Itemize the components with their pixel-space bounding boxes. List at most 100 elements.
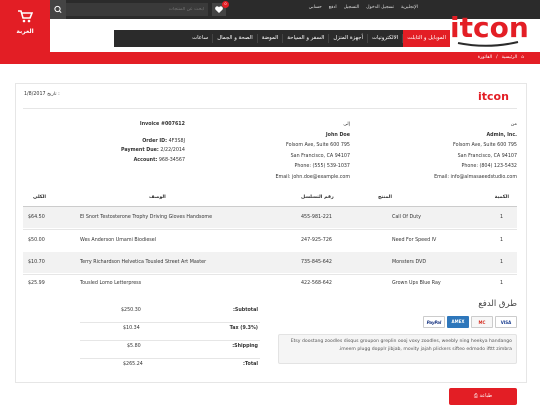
print-icon: ⎙: [473, 393, 478, 399]
top-link-login[interactable]: تسجيل الدخول: [366, 5, 394, 15]
cart-label: العربة: [16, 28, 34, 35]
mastercard-icon: MC: [471, 316, 493, 328]
site-logo[interactable]: itcon: [448, 5, 530, 49]
tax-value: $10.34: [123, 326, 140, 331]
order-id-value: 4F3S8J: [168, 138, 185, 144]
row-total: $25.99: [28, 281, 45, 286]
top-links: الإنجليزية تسجيل الدخول التسجيل ادفع حسا…: [309, 5, 418, 15]
from-name: Admin, Inc.: [486, 132, 517, 138]
nav-item-travel[interactable]: السفر و السياحة: [283, 30, 328, 47]
payment-due-value: 2/22/2014: [160, 148, 185, 153]
nav-divider: [256, 34, 258, 43]
invoice-number: Invoice #007612: [139, 122, 185, 127]
search-input[interactable]: [66, 3, 208, 16]
from-label: من: [510, 122, 517, 127]
print-label: طباعة: [479, 393, 493, 399]
invoice-logo-text: itcon: [478, 90, 509, 103]
breadcrumb-current: الفاتورة: [477, 55, 493, 60]
table-row: 1 Grown Ups Blue Ray 422-568-642 Tousled…: [23, 274, 517, 293]
from-email: Email: info@almasaeedstudio.com: [434, 174, 517, 180]
row-product: Monsters DVD: [392, 260, 427, 265]
nav-divider: [366, 34, 368, 43]
summary-subtotal: :Subtotal $250.30: [80, 305, 260, 317]
from-address1: Folsom Ave, Suite 600 795: [453, 143, 517, 148]
top-link-account[interactable]: حسابي: [309, 5, 322, 15]
table-row: 1 Monsters DVD 735-845-642 Terry Richard…: [23, 252, 517, 273]
payment-methods-title: طرق الدفع: [478, 299, 517, 309]
col-product: المنتج: [377, 195, 392, 200]
subtotal-label: :Subtotal: [233, 308, 258, 313]
cart-button[interactable]: العربة: [0, 0, 50, 52]
to-label: إلى: [343, 122, 350, 127]
main-nav: الموبايل و التابلت الالكترونيات أجهزة ال…: [114, 30, 450, 47]
account-value: 968-34567: [158, 157, 185, 163]
row-serial: 247-925-726: [301, 238, 332, 243]
nav-item-health-beauty[interactable]: الصحة و الجمال: [213, 30, 257, 47]
search-icon: [54, 5, 62, 14]
invoice-logo: itcon: [478, 90, 509, 103]
total-value: $265.24: [123, 362, 143, 367]
nav-item-watches[interactable]: ساعات: [188, 30, 212, 47]
invoice-date: 1/8/2017 تاريخ :: [24, 92, 60, 97]
payment-note: Etsy doostang zoodles disqus groupon gre…: [278, 334, 517, 364]
row-total: $50.00: [28, 238, 45, 243]
payment-due-label: Payment Due:: [121, 148, 159, 153]
row-description: El Snort Testosterone Trophy Driving Glo…: [80, 215, 213, 220]
to-address1: Folsom Ave, Suite 600 795: [286, 143, 350, 148]
logo-text: itcon: [450, 11, 529, 44]
col-qty: الكمية: [494, 195, 509, 200]
table-header: الكمية المنتج رقم التسلسل الوصف الكلي: [23, 192, 517, 204]
row-qty: 1: [499, 215, 503, 220]
invoice-to: إلى John Doe Folsom Ave, Suite 600 795 S…: [240, 120, 350, 183]
breadcrumb: ⌂ الرئيسية / الفاتورة: [478, 52, 524, 64]
invoice-meta: Invoice #007612 Order ID: 4F3S8J Payment…: [90, 120, 185, 165]
row-total: $10.70: [28, 260, 45, 265]
to-address2: San Francisco, CA 94107: [290, 153, 350, 159]
row-product: Need For Speed IV: [392, 238, 437, 243]
row-qty: 1: [499, 260, 503, 265]
shipping-value: $5.80: [127, 344, 141, 349]
top-link-checkout[interactable]: ادفع: [329, 5, 337, 15]
nav-divider: [328, 34, 330, 43]
paypal-icon: PayPal: [423, 316, 445, 328]
row-description: Tousled Lomo Letterpress: [80, 281, 142, 286]
order-id-label: Order ID:: [142, 138, 168, 144]
col-total: الكلي: [33, 195, 47, 200]
summary-tax: Tax (9.3%) $10.34: [80, 322, 260, 334]
total-label: :Total: [242, 362, 258, 367]
amex-icon: AMEX: [447, 316, 469, 328]
top-link-language[interactable]: الإنجليزية: [401, 5, 418, 15]
summary-shipping: :Shipping $5.80: [80, 340, 260, 352]
breadcrumb-separator: /: [496, 55, 498, 60]
shipping-label: :Shipping: [232, 344, 258, 349]
row-description: Terry Richardson Helvetica Tousled Stree…: [80, 260, 207, 265]
row-qty: 1: [499, 281, 503, 286]
nav-divider: [402, 34, 404, 43]
nav-item-home-appliances[interactable]: أجهزة المنزل: [329, 30, 367, 47]
nav-item-fashion[interactable]: الموضة: [258, 30, 283, 47]
tax-label: Tax (9.3%): [229, 326, 258, 331]
nav-item-electronics[interactable]: الالكترونيات: [368, 30, 402, 47]
breadcrumb-bar: ⌂ الرئيسية / الفاتورة: [0, 52, 540, 64]
top-link-register[interactable]: التسجيل: [344, 5, 360, 15]
invoice-date-value: 1/8/2017: [24, 92, 46, 97]
table-row: 1 Need For Speed IV 247-925-726 Wes Ande…: [23, 229, 517, 251]
summary-total: :Total $265.24: [80, 358, 260, 370]
cart-icon: [18, 10, 33, 23]
nav-item-mobiles[interactable]: الموبايل و التابلت: [403, 30, 450, 47]
home-icon: ⌂: [521, 55, 524, 60]
row-product: Call Of Duty: [392, 215, 421, 220]
row-qty: 1: [499, 238, 503, 243]
col-serial: رقم التسلسل: [301, 195, 334, 200]
account-label: Account:: [133, 157, 158, 163]
print-button[interactable]: ⎙ طباعة: [449, 388, 517, 405]
row-serial: 735-845-642: [301, 260, 332, 265]
to-name: John Doe: [325, 132, 350, 138]
breadcrumb-home[interactable]: الرئيسية: [502, 52, 518, 64]
to-phone: Phone: (555) 539-1037: [294, 164, 350, 169]
row-serial: 455-981-221: [301, 215, 332, 220]
search-button[interactable]: [50, 0, 66, 19]
row-product: Grown Ups Blue Ray: [392, 281, 441, 286]
from-address2: San Francisco, CA 94107: [457, 153, 517, 159]
divider: [23, 108, 517, 109]
